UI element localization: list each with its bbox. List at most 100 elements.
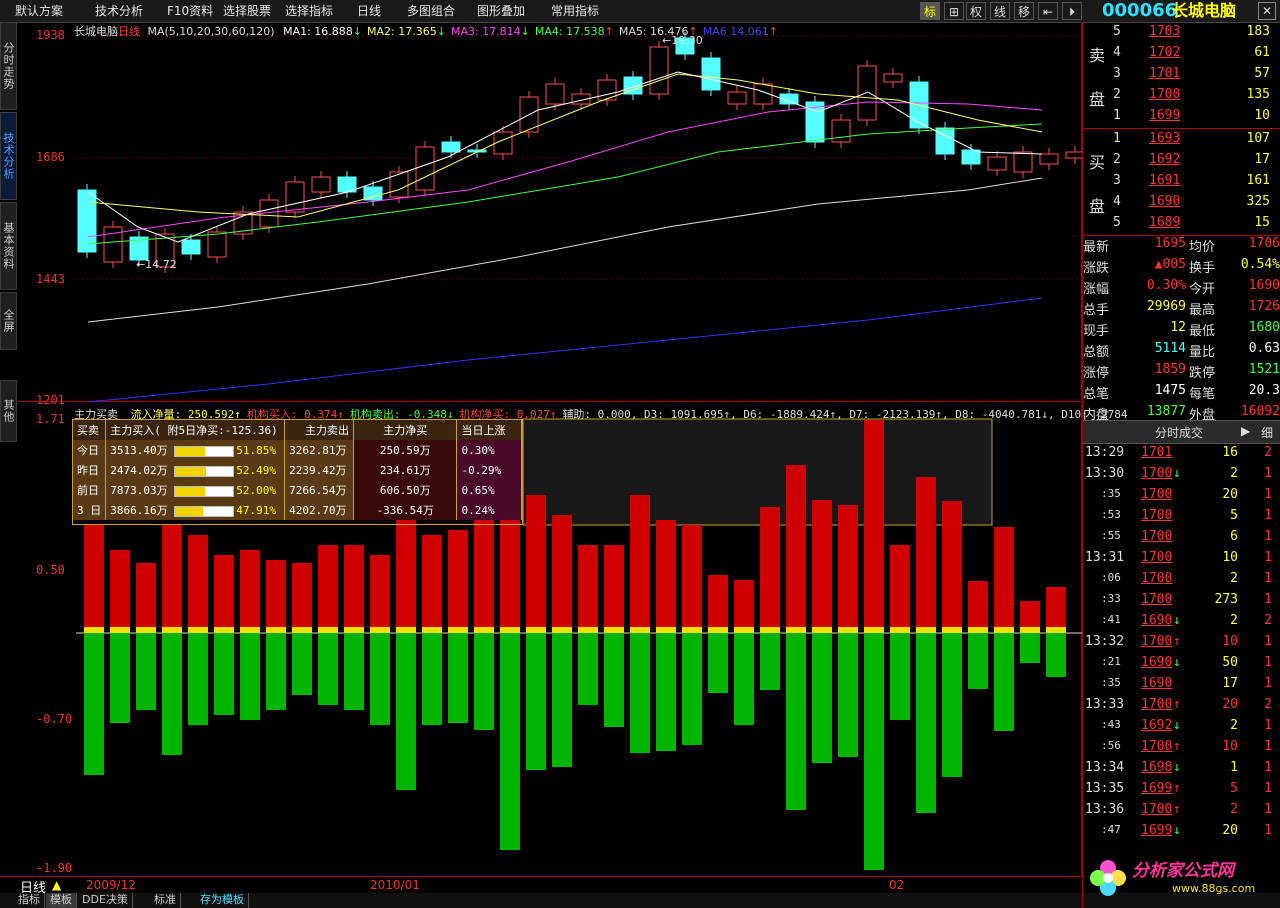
- net-bar: [812, 627, 832, 633]
- left-tab-0[interactable]: 分时走势: [0, 22, 17, 110]
- bids-row-3[interactable]: 4 1690 325: [1083, 192, 1280, 213]
- tick-count: 1: [1264, 487, 1272, 502]
- tick-time: 13:32: [1085, 634, 1125, 649]
- kline-svg: ←19.30←14.72: [76, 32, 1085, 403]
- bids-row-1[interactable]: 2 1692 17: [1083, 150, 1280, 171]
- tick-price: 1700: [1141, 802, 1173, 817]
- tool-button-2[interactable]: 权: [966, 2, 986, 20]
- th-buy: 主力买入( 附5日净买:-125.36): [105, 420, 286, 440]
- asks-row-0[interactable]: 5 1703 183: [1083, 22, 1280, 43]
- tick-row: 13:36 1700 ↑ 2 1: [1083, 800, 1280, 821]
- buy-bar: [318, 545, 338, 633]
- bids-row-2[interactable]: 3 1691 161: [1083, 171, 1280, 192]
- row-net: 606.50万: [353, 480, 458, 500]
- net-bar: [786, 627, 806, 633]
- tab-dde[interactable]: DDE决策: [78, 893, 133, 908]
- sell-bar: [890, 633, 910, 720]
- tab-save-template[interactable]: 存为模板: [196, 893, 249, 908]
- quote-label-left: 总手: [1083, 303, 1110, 318]
- tick-count: 1: [1264, 592, 1272, 607]
- buy-bar: [396, 513, 416, 633]
- buy-bar: [136, 563, 156, 633]
- menu-item-7[interactable]: 图形叠加: [474, 2, 528, 20]
- chevron-right-icon[interactable]: ▶: [1241, 424, 1250, 438]
- menu-item-8[interactable]: 常用指标: [548, 2, 602, 20]
- tool-button-5[interactable]: ⇤: [1038, 2, 1058, 20]
- asks-row-2[interactable]: 3 1701 57: [1083, 64, 1280, 85]
- tab-template[interactable]: 模板: [46, 893, 77, 908]
- sell-bar: [188, 633, 208, 725]
- asks-row-3[interactable]: 2 1700 135: [1083, 85, 1280, 106]
- tab-standard[interactable]: 标准: [150, 893, 181, 908]
- menu-item-0[interactable]: 默认方案: [12, 2, 66, 20]
- bids-row-0[interactable]: 1 1693 107: [1083, 129, 1280, 150]
- sub-y-label-1: 0.50: [36, 563, 65, 577]
- menu-item-6[interactable]: 多图组合: [404, 2, 458, 20]
- tick-volume: 20: [1222, 697, 1238, 712]
- tick-time: :35: [1101, 487, 1121, 500]
- menu-item-4[interactable]: 选择指标: [282, 2, 336, 20]
- left-tab-4[interactable]: 其他: [0, 380, 17, 442]
- buy-bar: [604, 545, 624, 633]
- quote-label-left: 涨停: [1083, 366, 1110, 381]
- stock-code: 000066: [1102, 0, 1178, 21]
- net-bar: [370, 627, 390, 633]
- close-button[interactable]: ✕: [1258, 2, 1276, 20]
- sell-bar: [448, 633, 468, 723]
- tool-button-0[interactable]: 标: [920, 2, 940, 20]
- tool-button-6[interactable]: ⏵: [1062, 2, 1082, 20]
- asks-price: 1702: [1149, 45, 1181, 60]
- tick-volume: 20: [1222, 487, 1238, 502]
- tool-button-3[interactable]: 线: [990, 2, 1010, 20]
- sell-bar: [214, 633, 234, 715]
- bids-row-4[interactable]: 5 1689 15: [1083, 213, 1280, 234]
- net-bar: [214, 627, 234, 633]
- tick-arrow: ↓: [1173, 718, 1181, 733]
- quote-label-left: 最新: [1083, 240, 1110, 255]
- quote-label-right: 均价: [1189, 240, 1216, 255]
- buy-bar: [448, 530, 468, 633]
- menu-item-5[interactable]: 日线: [354, 2, 384, 20]
- menu-item-2[interactable]: F10资料: [164, 2, 216, 20]
- menu-item-3[interactable]: 选择股票: [220, 2, 274, 20]
- bids-level: 1: [1113, 131, 1121, 146]
- net-bar: [890, 627, 910, 633]
- asks-row-1[interactable]: 4 1702 61: [1083, 43, 1280, 64]
- buy-bar: [552, 515, 572, 633]
- quote-value-right: 1680: [1248, 320, 1280, 335]
- low-annotation: ←14.72: [136, 258, 177, 271]
- asks-price: 1701: [1149, 66, 1181, 81]
- tick-count: 1: [1264, 550, 1272, 565]
- row-buy-cell: 7873.03万 52.00%: [105, 480, 286, 500]
- warning-icon: ▲: [52, 878, 62, 892]
- left-tab-2[interactable]: 基本资料: [0, 202, 17, 290]
- row-buy-pct: 51.85%: [236, 444, 276, 457]
- th-side: 买卖: [73, 420, 107, 440]
- tick-volume: 2: [1230, 613, 1238, 628]
- candle-body: [1039, 153, 1059, 165]
- main-y-label-0: 1938: [36, 28, 65, 42]
- asks-volume: 10: [1254, 108, 1270, 123]
- detail-button[interactable]: 细: [1261, 424, 1273, 441]
- bid-book: 买 盘 1 1693 107 2 1692 17 3 1691 161 4 1690 325 5 1689…: [1083, 129, 1280, 236]
- net-bar: [110, 627, 130, 633]
- tab-indicator[interactable]: 指标: [14, 893, 45, 908]
- tick-arrow: ↓: [1173, 613, 1181, 628]
- menu-item-1[interactable]: 技术分析: [92, 2, 146, 20]
- row-label: 今日: [73, 440, 107, 460]
- tick-row: :55 1700 6 1: [1083, 527, 1280, 548]
- quote-value-right: 20.3: [1248, 383, 1280, 398]
- asks-row-4[interactable]: 1 1699 10: [1083, 106, 1280, 127]
- buy-bar: [760, 507, 780, 633]
- kline-chart[interactable]: ←19.30 ←14.72: [18, 22, 1085, 403]
- left-tab-3[interactable]: 全屏: [0, 292, 17, 350]
- sell-bar: [708, 633, 728, 693]
- tick-arrow: ↓: [1173, 760, 1181, 775]
- left-tab-1[interactable]: 技术分析: [0, 112, 17, 200]
- asks-volume: 57: [1254, 66, 1270, 81]
- tool-button-1[interactable]: ⊞: [944, 2, 964, 20]
- tool-button-4[interactable]: 移: [1014, 2, 1034, 20]
- table-header-row: 买卖 主力买入( 附5日净买:-125.36) 主力卖出 主力净买 当日上涨: [73, 420, 522, 440]
- top-toolbar: 默认方案 技术分析 F10资料 选择股票 选择指标 日线 多图组合 图形叠加 常用指标 标 ⊞ 权线…: [0, 0, 1280, 23]
- bids-volume: 161: [1246, 173, 1270, 188]
